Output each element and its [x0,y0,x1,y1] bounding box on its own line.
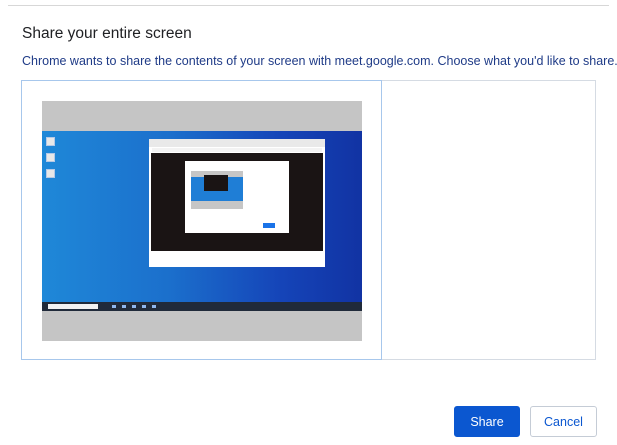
browser-address-bar [152,148,322,152]
desktop-shortcut-icon [46,153,55,162]
cancel-button[interactable]: Cancel [530,406,597,437]
screen-source-panel [21,80,596,360]
dialog-subtitle: Chrome wants to share the contents of yo… [22,54,617,68]
entire-screen-option[interactable] [21,80,382,360]
browser-window-preview [149,139,325,267]
nested-share-button [263,223,275,228]
desktop-shortcut-icon [46,137,55,146]
meeting-video-area [151,153,323,263]
browser-tab-bar [149,139,325,147]
taskbar-search-box [48,304,98,309]
desktop-shortcut-icon [46,169,55,178]
dialog-top-divider [8,5,609,6]
nested-screen-thumbnail [191,171,243,209]
taskbar-preview [42,302,362,311]
meeting-controls-bar [151,251,323,263]
screen-preview-thumbnail [42,101,362,341]
share-button[interactable]: Share [454,406,520,437]
desktop-preview [42,131,362,311]
dialog-title: Share your entire screen [22,25,192,42]
nested-share-dialog-preview [185,161,289,233]
